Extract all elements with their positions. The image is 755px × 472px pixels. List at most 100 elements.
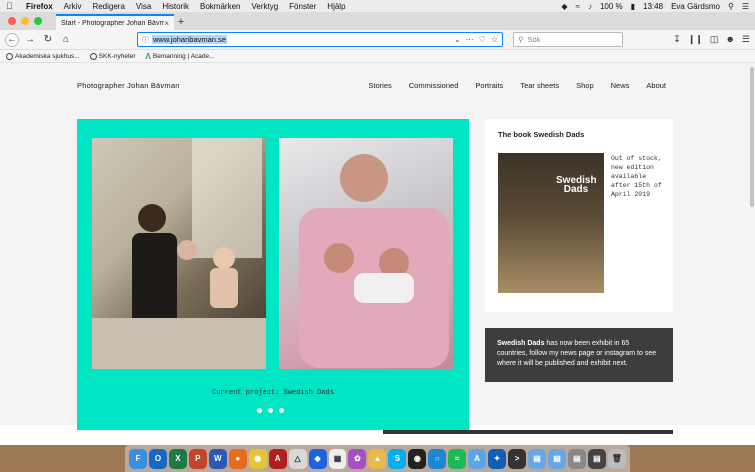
exhibit-banner[interactable]: Swedish Dads has now been exhibit in 65 … [485, 328, 673, 382]
menu-icon[interactable]: ☰ [742, 34, 750, 45]
menu-redigera[interactable]: Redigera [92, 2, 124, 11]
url-bar[interactable]: ⓘ www.johanbavman.se ⌄ ⋯ ♡ ☆ [137, 32, 503, 47]
battery-percent: 100 % [599, 1, 623, 11]
firefox-icon[interactable]: ● [228, 448, 247, 469]
menu-visa[interactable]: Visa [136, 2, 151, 11]
nav-about[interactable]: About [646, 81, 666, 90]
slide-dot[interactable] [279, 408, 284, 413]
book-stock-note: Out of stock, new edition available afte… [611, 155, 662, 198]
account-icon[interactable]: ☻ [725, 34, 734, 45]
nav-stories[interactable]: Stories [368, 81, 391, 90]
dropdown-icon[interactable]: ⌄ [454, 35, 461, 44]
app-store-icon[interactable]: A [468, 448, 487, 469]
word-icon[interactable]: W [208, 448, 227, 469]
notification-icon[interactable]: ☰ [742, 2, 749, 11]
book-cover-image[interactable]: Swedish Dads [498, 153, 604, 293]
stack-icon[interactable]: ▤ [567, 448, 586, 469]
new-tab-button[interactable]: + [174, 14, 188, 30]
user-name[interactable]: Eva Gärdsmo [671, 2, 720, 11]
hero-photo-kitchen [92, 138, 266, 369]
mac-dock: F O X P W ● ◉ A △ ◆ ▦ ✿ ▲ S ◉ ○ ≈ A ✦ > … [125, 445, 630, 472]
finder-icon[interactable]: F [129, 448, 147, 469]
skype-icon[interactable]: S [388, 448, 407, 469]
book-title[interactable]: The book Swedish Dads [498, 130, 584, 139]
acrobat-reader-icon[interactable]: △ [288, 448, 307, 469]
hero-slideshow[interactable]: Current project: Swedish Dads [77, 119, 469, 430]
photos-icon[interactable]: ✿ [348, 448, 367, 469]
downloads-icon[interactable]: ↧ [673, 34, 681, 45]
home-button[interactable]: ⌂ [59, 33, 73, 47]
acrobat-icon[interactable]: A [268, 448, 287, 469]
powerpoint-icon[interactable]: P [188, 448, 207, 469]
page-scrollbar[interactable] [750, 67, 754, 207]
photo-illustration [299, 154, 449, 368]
slide-dot[interactable] [268, 408, 273, 413]
close-window-button[interactable] [8, 17, 16, 25]
nav-tear-sheets[interactable]: Tear sheets [520, 81, 559, 90]
library-icon[interactable]: ❙❙ [688, 34, 703, 45]
zoom-window-button[interactable] [34, 17, 42, 25]
menu-verktyg[interactable]: Verktyg [251, 2, 278, 11]
info-icon[interactable]: ⓘ [142, 35, 152, 45]
slide-dot[interactable] [257, 408, 262, 413]
apple-menu-icon[interactable]:  [6, 1, 16, 11]
safari-icon[interactable]: ✦ [488, 448, 507, 469]
web-page: Photographer Johan Bävman Stories Commis… [0, 63, 755, 430]
nav-commissioned[interactable]: Commissioned [409, 81, 459, 90]
excel-icon[interactable]: X [168, 448, 187, 469]
spotify-icon[interactable]: ≈ [448, 448, 467, 469]
back-button[interactable]: ← [5, 32, 19, 47]
dropbox-app-icon[interactable]: ◆ [308, 448, 327, 469]
nav-bar: ← → ↻ ⌂ ⓘ www.johanbavman.se ⌄ ⋯ ♡ ☆ ⚲ S… [0, 30, 755, 50]
trash-icon[interactable]: 🗑 [607, 448, 626, 469]
messages-icon[interactable]: ○ [428, 448, 447, 469]
preview-icon[interactable]: ▦ [328, 448, 347, 469]
url-text[interactable]: www.johanbavman.se [152, 35, 227, 44]
search-field[interactable]: ⚲ Sök [513, 32, 623, 47]
search-icon[interactable]: ⚲ [728, 2, 734, 11]
screenshot-icon[interactable]: ◉ [408, 448, 427, 469]
menu-fonster[interactable]: Fönster [289, 2, 316, 11]
bookmark-label: Bemanning | Acade... [152, 52, 215, 60]
dropbox-icon[interactable]: ◆ [561, 2, 567, 11]
chrome-icon[interactable]: ◉ [248, 448, 267, 469]
book-cover-title: Swedish Dads [556, 175, 597, 195]
folder-icon[interactable]: ▤ [528, 448, 547, 469]
bookmarks-toolbar: Akademiska sjukhus... SKK-nyheter Λ Bema… [0, 50, 755, 63]
nav-news[interactable]: News [611, 81, 630, 90]
battery-icon[interactable]: ▮ [631, 2, 635, 11]
menu-app-name[interactable]: Firefox [26, 2, 53, 11]
reload-button[interactable]: ↻ [41, 33, 55, 47]
background-strip [383, 430, 673, 434]
close-tab-icon[interactable]: × [164, 19, 169, 28]
bookmark-star-icon[interactable]: ☆ [491, 35, 498, 44]
pocket-icon[interactable]: ♡ [479, 35, 486, 44]
hero-photo-father [279, 138, 453, 369]
nav-portraits[interactable]: Portraits [475, 81, 503, 90]
folder-icon[interactable]: ▤ [548, 448, 566, 469]
forward-button[interactable]: → [23, 33, 37, 47]
clock[interactable]: 13:48 [643, 2, 663, 11]
nav-shop[interactable]: Shop [576, 81, 594, 90]
bookmark-skk[interactable]: SKK-nyheter [89, 52, 136, 60]
bookmark-akademiska[interactable]: Akademiska sjukhus... [6, 52, 80, 60]
stack-icon[interactable]: ▤ [587, 448, 606, 469]
tab-active[interactable]: Start - Photographer Johan Bävman × [56, 14, 174, 30]
menu-bokmarken[interactable]: Bokmärken [200, 2, 240, 11]
bookmark-bemanning[interactable]: Λ Bemanning | Acade... [146, 52, 215, 61]
tab-title: Start - Photographer Johan Bävman [61, 19, 165, 27]
menu-arkiv[interactable]: Arkiv [64, 2, 82, 11]
outlook-icon[interactable]: O [148, 448, 167, 469]
vlc-icon[interactable]: ▲ [368, 448, 387, 469]
terminal-icon[interactable]: > [508, 448, 527, 469]
wifi-icon[interactable]: ≈ [576, 2, 580, 11]
minimize-window-button[interactable] [21, 17, 29, 25]
menu-historik[interactable]: Historik [162, 2, 189, 11]
page-actions-icon[interactable]: ⋯ [466, 35, 474, 44]
window-controls [8, 17, 42, 25]
sidebar-icon[interactable]: ◫ [710, 34, 719, 45]
site-title[interactable]: Photographer Johan Bävman [77, 81, 180, 90]
volume-icon[interactable]: ♪ [588, 2, 592, 11]
menu-hjalp[interactable]: Hjälp [327, 2, 345, 11]
hero-caption: Current project: Swedish Dads [212, 389, 334, 397]
